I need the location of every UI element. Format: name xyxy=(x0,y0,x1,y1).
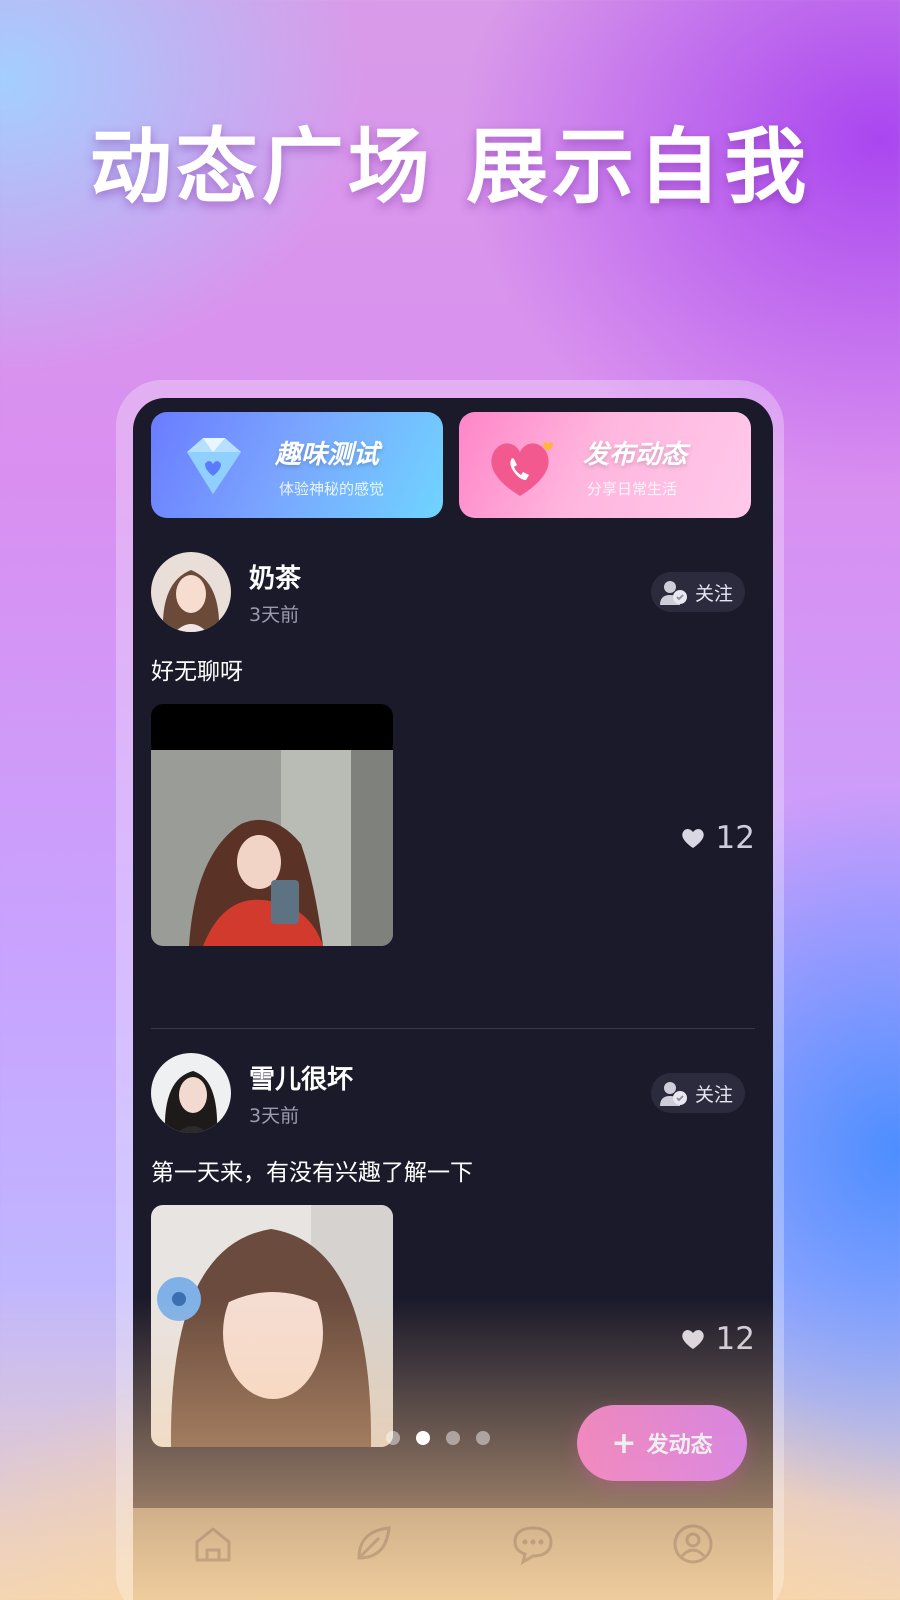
fun-test-title: 趣味测试 xyxy=(275,440,380,470)
carousel-dot[interactable] xyxy=(476,1431,490,1445)
post-text: 好无聊呀 xyxy=(151,659,243,685)
carousel-dot[interactable] xyxy=(446,1431,460,1445)
publish-post-title: 发布动态 xyxy=(583,440,688,470)
post-username[interactable]: 奶茶 xyxy=(249,558,301,595)
post-image[interactable] xyxy=(151,704,393,946)
publish-post-card[interactable]: 发布动态 分享日常生活 xyxy=(459,412,751,518)
fab-label: 发动态 xyxy=(646,1433,713,1458)
post-time: 3天前 xyxy=(249,604,300,626)
carousel-dot[interactable] xyxy=(416,1431,430,1445)
post-username[interactable]: 雪儿很坏 xyxy=(249,1059,353,1096)
carousel-indicator xyxy=(386,1431,490,1445)
divider xyxy=(151,1028,755,1029)
leaf-icon[interactable] xyxy=(349,1520,397,1568)
follow-label: 关注 xyxy=(694,1083,733,1106)
avatar[interactable] xyxy=(151,1053,231,1133)
avatar[interactable] xyxy=(151,552,231,632)
heart-phone-icon xyxy=(491,442,553,496)
publish-fab-button[interactable]: + 发动态 xyxy=(577,1405,747,1481)
like-count: 12 xyxy=(715,1321,755,1357)
like-count: 12 xyxy=(715,820,755,856)
home-icon[interactable] xyxy=(189,1520,237,1568)
post-text: 第一天来，有没有兴趣了解一下 xyxy=(151,1160,473,1186)
heart-icon xyxy=(681,829,704,848)
post-time: 3天前 xyxy=(249,1105,300,1127)
chat-icon[interactable] xyxy=(509,1520,557,1568)
fun-test-card[interactable]: 趣味测试 体验神秘的感觉 xyxy=(151,412,443,518)
follow-button[interactable]: 关注 xyxy=(650,572,745,612)
like-button[interactable]: 12 xyxy=(680,820,755,856)
publish-post-subtitle: 分享日常生活 xyxy=(587,480,678,498)
promo-headline: 动态广场 展示自我 xyxy=(89,120,811,215)
profile-icon[interactable] xyxy=(669,1520,717,1568)
fun-test-subtitle: 体验神秘的感觉 xyxy=(279,480,385,498)
carousel-dot[interactable] xyxy=(386,1431,400,1445)
plus-icon: + xyxy=(611,1425,637,1461)
post-image[interactable] xyxy=(151,1205,393,1447)
diamond-icon xyxy=(187,438,241,494)
add-friend-icon xyxy=(659,581,687,605)
follow-button[interactable]: 关注 xyxy=(650,1073,745,1113)
heart-icon xyxy=(681,1330,704,1349)
bottom-tab-bar xyxy=(133,1508,773,1600)
follow-label: 关注 xyxy=(694,582,733,605)
like-button[interactable]: 12 xyxy=(680,1321,755,1357)
add-friend-icon xyxy=(659,1082,687,1106)
